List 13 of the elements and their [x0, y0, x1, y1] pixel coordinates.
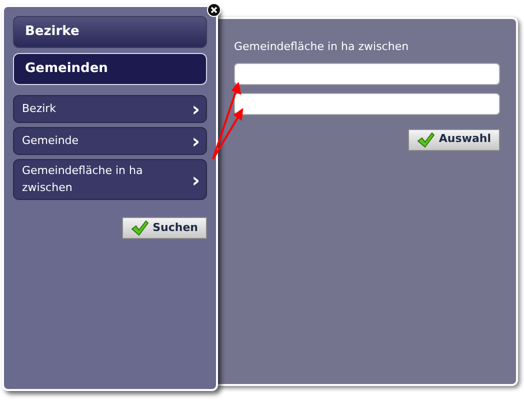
criteria-item[interactable]: Gemeindefläche in ha zwischen › [13, 159, 207, 200]
section-tab[interactable]: Gemeinden [13, 53, 207, 85]
select-button[interactable]: Auswahl [408, 128, 500, 150]
checkmark-icon [416, 132, 435, 148]
input-field[interactable] [234, 92, 500, 114]
checkmark-icon [130, 220, 149, 236]
criteria-item[interactable]: Gemeinde › [13, 127, 207, 155]
field-label: Gemeindefläche in ha zwischen [234, 39, 410, 55]
search-button[interactable]: Suchen [122, 217, 207, 239]
section-tab[interactable]: Bezirke [13, 16, 207, 48]
criteria-item[interactable]: Bezirk › [13, 95, 207, 123]
close-icon[interactable] [207, 3, 221, 17]
input-field[interactable] [234, 62, 500, 84]
